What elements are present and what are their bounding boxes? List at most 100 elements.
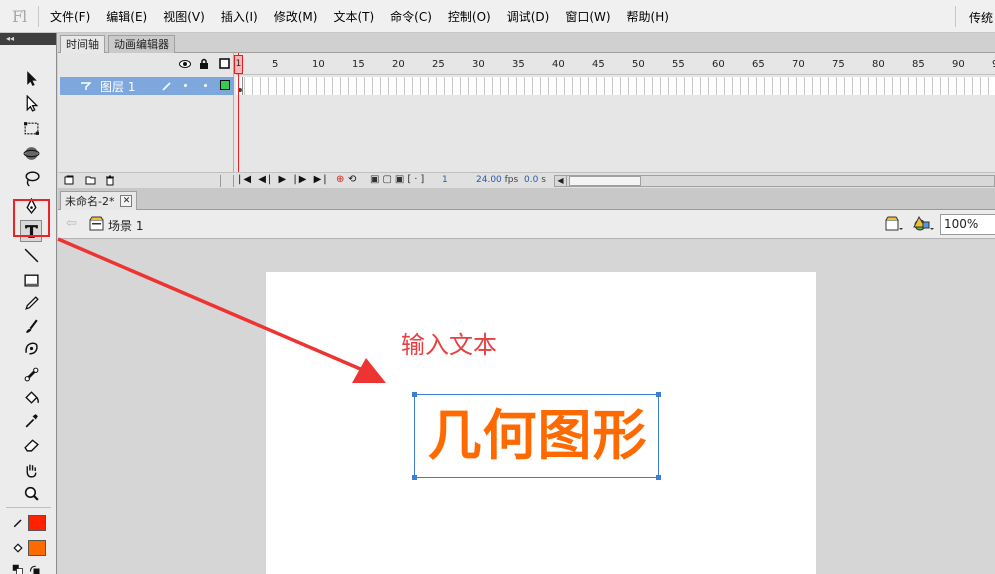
new-layer-icon[interactable] bbox=[64, 175, 74, 185]
deco-tool[interactable] bbox=[20, 337, 42, 359]
resize-handle[interactable] bbox=[656, 475, 661, 480]
menu-item[interactable]: 窗口(W) bbox=[557, 8, 618, 25]
deco-icon bbox=[24, 341, 38, 355]
elapsed-value[interactable]: 0.0 bbox=[524, 175, 538, 185]
onion-skin-icons[interactable]: ▣▢▣[·] bbox=[370, 174, 427, 185]
ruler-number: 55 bbox=[672, 59, 685, 70]
swap-colors-icon[interactable] bbox=[28, 564, 42, 574]
elapsed-unit: s bbox=[541, 175, 546, 185]
3d-rotation-icon bbox=[23, 146, 39, 160]
tab-timeline[interactable]: 时间轴 bbox=[60, 35, 105, 53]
fill-color-row bbox=[12, 538, 46, 558]
pencil-tool[interactable] bbox=[20, 292, 42, 314]
elapsed-readout[interactable]: 0.0 s bbox=[524, 175, 546, 185]
eraser-tool[interactable] bbox=[20, 433, 42, 455]
default-colors-icon[interactable] bbox=[12, 564, 24, 574]
tab-motion-editor[interactable]: 动画编辑器 bbox=[108, 35, 175, 53]
ruler-number: 65 bbox=[752, 59, 765, 70]
trash-icon[interactable] bbox=[105, 175, 115, 186]
loop-icon[interactable]: ⟲ bbox=[348, 174, 356, 185]
eye-icon[interactable] bbox=[179, 59, 191, 69]
menu-item[interactable]: 修改(M) bbox=[266, 8, 326, 25]
new-folder-icon[interactable] bbox=[85, 175, 96, 185]
center-frame-icon[interactable]: ⊕ bbox=[336, 174, 344, 185]
color-options-row bbox=[12, 560, 42, 574]
menu-item[interactable]: 插入(I) bbox=[213, 8, 266, 25]
resize-handle[interactable] bbox=[656, 392, 661, 397]
edit-symbols-icon[interactable] bbox=[913, 215, 935, 232]
free-transform-tool[interactable] bbox=[20, 117, 42, 139]
menu-item[interactable]: 调试(D) bbox=[499, 8, 558, 25]
line-tool[interactable] bbox=[20, 244, 42, 266]
playback-controls[interactable]: |◀ ◀| ▶ |▶ ▶| bbox=[238, 174, 329, 185]
fps-readout[interactable]: 24.00 fps bbox=[476, 175, 518, 185]
pane-divider[interactable] bbox=[220, 175, 234, 187]
layers-pane: 图层 1 bbox=[58, 53, 234, 188]
layer-visible-dot[interactable] bbox=[184, 84, 187, 87]
current-frame-readout[interactable]: 1 bbox=[442, 175, 448, 185]
resize-handle[interactable] bbox=[412, 475, 417, 480]
ruler-number: 35 bbox=[512, 59, 525, 70]
playhead[interactable]: 1 bbox=[234, 55, 243, 74]
layer-outline-color[interactable] bbox=[220, 80, 230, 90]
app-logo: Fl bbox=[12, 7, 27, 26]
subselection-icon bbox=[26, 94, 38, 112]
hand-tool[interactable] bbox=[20, 459, 42, 481]
scene-icon bbox=[89, 216, 104, 231]
line-icon bbox=[24, 248, 38, 262]
eyedropper-tool[interactable] bbox=[20, 409, 42, 431]
stroke-color-swatch[interactable] bbox=[28, 515, 46, 531]
panel-tabs: 时间轴 动画编辑器 bbox=[58, 33, 995, 53]
brush-tool[interactable] bbox=[20, 315, 42, 337]
back-arrow-icon[interactable]: ⇦ bbox=[66, 216, 77, 231]
eyedropper-icon bbox=[25, 413, 38, 427]
menu-item[interactable]: 编辑(E) bbox=[98, 8, 155, 25]
free-transform-icon bbox=[23, 121, 39, 135]
menu-item[interactable]: 视图(V) bbox=[155, 8, 213, 25]
scroll-left-arrow[interactable]: ◀ bbox=[555, 176, 567, 186]
lasso-tool[interactable] bbox=[20, 167, 42, 189]
menu-item[interactable]: 文本(T) bbox=[325, 8, 382, 25]
scroll-thumb[interactable] bbox=[569, 176, 641, 186]
bone-tool[interactable] bbox=[20, 363, 42, 385]
document-tab[interactable]: 未命名-2* ✕ bbox=[60, 191, 138, 210]
menu-item[interactable]: 控制(O) bbox=[440, 8, 499, 25]
layer-row[interactable]: 图层 1 bbox=[60, 77, 234, 95]
ruler-number: 10 bbox=[312, 59, 325, 70]
fps-value[interactable]: 24.00 bbox=[476, 175, 502, 185]
selection-tool[interactable] bbox=[20, 67, 42, 89]
subselection-tool[interactable] bbox=[20, 92, 42, 114]
menu-separator bbox=[38, 6, 39, 27]
menu-item[interactable]: 文件(F) bbox=[42, 8, 98, 25]
tools-separator bbox=[6, 507, 51, 508]
close-icon[interactable]: ✕ bbox=[120, 195, 133, 207]
3d-rotation-tool[interactable] bbox=[20, 142, 42, 164]
workspace-switcher[interactable]: 传统 bbox=[969, 9, 993, 26]
ruler-number: 40 bbox=[552, 59, 565, 70]
resize-handle[interactable] bbox=[412, 392, 417, 397]
text-content[interactable]: 几何图形 bbox=[415, 400, 660, 472]
hand-icon bbox=[26, 464, 36, 478]
ruler-number: 20 bbox=[392, 59, 405, 70]
menu-item[interactable]: 帮助(H) bbox=[619, 8, 677, 25]
paint-bucket-tool[interactable] bbox=[20, 386, 42, 408]
tools-collapse-button[interactable]: ◂◂ bbox=[0, 33, 56, 45]
ruler-number: 85 bbox=[912, 59, 925, 70]
edit-scene-icon[interactable] bbox=[885, 216, 903, 232]
text-field[interactable]: 几何图形 bbox=[412, 392, 661, 480]
rectangle-tool[interactable] bbox=[20, 269, 42, 291]
zoom-tool[interactable] bbox=[20, 482, 42, 504]
menu-item[interactable]: 命令(C) bbox=[382, 8, 440, 25]
zoom-input[interactable]: 100% bbox=[940, 214, 995, 235]
timeline-ruler[interactable]: 15101520253035404550556065707580859095 bbox=[236, 53, 995, 75]
timeline-horizontal-scrollbar[interactable]: ◀ bbox=[554, 175, 995, 187]
fill-color-swatch[interactable] bbox=[28, 540, 46, 556]
frames-row[interactable] bbox=[236, 77, 995, 95]
layer-lock-dot[interactable] bbox=[204, 84, 207, 87]
lock-icon[interactable] bbox=[199, 58, 209, 69]
ruler-number: 90 bbox=[952, 59, 965, 70]
ruler-number: 30 bbox=[472, 59, 485, 70]
outline-icon[interactable] bbox=[219, 58, 230, 69]
brush-icon bbox=[25, 318, 38, 333]
annotation-label: 输入文本 bbox=[401, 331, 497, 359]
